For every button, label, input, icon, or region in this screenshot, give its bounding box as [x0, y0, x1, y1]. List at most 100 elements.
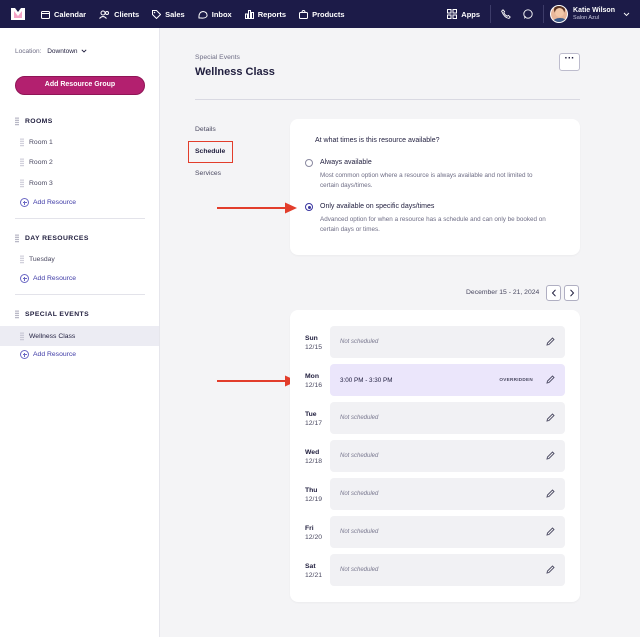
sidebar-item-tuesday[interactable]: Tuesday [20, 255, 55, 264]
schedule-slot-sat[interactable]: Not scheduled [330, 554, 565, 586]
tab-schedule[interactable]: Schedule [188, 141, 233, 163]
nav-calendar[interactable]: Calendar [41, 10, 86, 19]
sidebar-item-label: Tuesday [29, 256, 55, 263]
day-name: Wed [305, 449, 320, 456]
edit-pencil-icon[interactable] [546, 451, 555, 460]
section-title: SPECIAL EVENTS [25, 311, 90, 318]
schedule-slot-wed[interactable]: Not scheduled [330, 440, 565, 472]
section-day-resources[interactable]: DAY RESOURCES [15, 234, 89, 243]
option-title: Always available [320, 159, 372, 166]
schedule-slot-sun[interactable]: Not scheduled [330, 326, 565, 358]
add-resource-rooms-link[interactable]: Add Resource [20, 198, 76, 207]
user-menu[interactable]: Katie Wilson Salon Azul [544, 0, 640, 28]
chevron-down-icon [623, 12, 630, 16]
add-resource-group-button[interactable]: Add Resource Group [15, 76, 145, 95]
edit-pencil-icon[interactable] [546, 413, 555, 422]
edit-pencil-icon[interactable] [546, 375, 555, 384]
add-circle-icon [20, 198, 29, 207]
day-date: 12/19 [305, 496, 323, 503]
nav-products[interactable]: Products [299, 9, 345, 19]
sales-tag-icon [152, 9, 162, 19]
sidebar-item-room-2[interactable]: Room 2 [20, 158, 53, 167]
availability-question: At what times is this resource available… [315, 137, 440, 144]
day-label-fri: Fri 12/20 [305, 524, 322, 542]
schedule-slot-mon[interactable]: 3:00 PM - 3:30 PM OVERRIDDEN [330, 364, 565, 396]
add-resource-label: Add Resource [33, 275, 77, 282]
section-rooms[interactable]: ROOMS [15, 117, 53, 126]
edit-pencil-icon[interactable] [546, 527, 555, 536]
slot-text: Not scheduled [340, 339, 379, 345]
calendar-icon [41, 10, 50, 19]
slot-text: Not scheduled [340, 415, 379, 421]
edit-pencil-icon[interactable] [546, 489, 555, 498]
schedule-slot-tue[interactable]: Not scheduled [330, 402, 565, 434]
nav-apps[interactable]: Apps [447, 9, 480, 19]
sidebar-item-room-1[interactable]: Room 1 [20, 138, 53, 147]
brand-logo-icon[interactable] [11, 8, 25, 20]
nav-inbox[interactable]: Inbox [198, 10, 232, 19]
week-range: December 15 - 21, 2024 [466, 289, 540, 296]
chat-bubble-icon [523, 9, 533, 19]
phone-icon [501, 9, 511, 19]
day-date: 12/16 [305, 382, 323, 389]
nav-clients[interactable]: Clients [99, 10, 139, 19]
add-resource-label: Add Resource [33, 199, 77, 206]
phone-button[interactable] [495, 0, 517, 28]
section-special-events[interactable]: SPECIAL EVENTS [15, 310, 89, 319]
schedule-slot-fri[interactable]: Not scheduled [330, 516, 565, 548]
drag-handle-icon[interactable] [15, 310, 19, 319]
add-resource-day-link[interactable]: Add Resource [20, 274, 76, 283]
annotation-arrow-icon [217, 202, 297, 214]
day-date: 12/20 [305, 534, 323, 541]
drag-handle-icon[interactable] [20, 158, 24, 167]
add-resource-special-link[interactable]: Add Resource [20, 350, 76, 359]
radio-specific-times[interactable] [305, 203, 313, 211]
schedule-slot-thu[interactable]: Not scheduled [330, 478, 565, 510]
day-label-tue: Tue 12/17 [305, 410, 322, 428]
day-name: Tue [305, 411, 317, 418]
day-date: 12/15 [305, 344, 323, 351]
next-week-button[interactable] [564, 285, 579, 301]
prev-week-button[interactable] [546, 285, 561, 301]
nav-divider [490, 5, 492, 23]
user-business: Salon Azul [573, 14, 600, 21]
edit-pencil-icon[interactable] [546, 565, 555, 574]
sidebar-item-room-3[interactable]: Room 3 [20, 179, 53, 188]
option-description: Most common option where a resource is a… [320, 172, 533, 189]
nav-apps-label: Apps [461, 9, 481, 19]
nav-calendar-label: Calendar [54, 9, 87, 19]
tab-details[interactable]: Details [195, 126, 216, 133]
drag-handle-icon[interactable] [15, 117, 19, 126]
user-name: Katie Wilson [573, 6, 615, 14]
chevron-left-icon [551, 289, 556, 297]
tab-services[interactable]: Services [195, 170, 221, 177]
location-selector[interactable]: Location: Downtown [15, 48, 87, 55]
chat-button[interactable] [517, 0, 539, 28]
nav-clients-label: Clients [114, 9, 140, 19]
day-label-sat: Sat 12/21 [305, 562, 322, 580]
slot-text: Not scheduled [340, 567, 379, 573]
drag-handle-icon[interactable] [20, 179, 24, 188]
drag-handle-icon[interactable] [15, 234, 19, 243]
sidebar-item-wellness-class[interactable]: Wellness Class [0, 326, 159, 346]
radio-always-available[interactable] [305, 159, 313, 167]
add-circle-icon [20, 350, 29, 359]
nav-reports[interactable]: Reports [244, 9, 286, 19]
slot-text: Not scheduled [340, 453, 379, 459]
day-name: Fri [305, 525, 314, 532]
nav-sales[interactable]: Sales [152, 9, 185, 19]
annotation-arrow-icon [217, 375, 297, 387]
sidebar-item-label: Room 1 [29, 139, 53, 146]
day-label-thu: Thu 12/19 [305, 486, 322, 504]
day-date: 12/18 [305, 458, 323, 465]
day-date: 12/17 [305, 420, 323, 427]
inbox-icon [198, 10, 208, 19]
chevron-down-icon [81, 49, 87, 53]
drag-handle-icon[interactable] [20, 331, 24, 341]
products-bag-icon [299, 9, 309, 19]
more-options-button[interactable]: ··· [559, 53, 580, 71]
drag-handle-icon[interactable] [20, 255, 24, 264]
option-title: Only available on specific days/times [320, 203, 435, 210]
drag-handle-icon[interactable] [20, 138, 24, 147]
edit-pencil-icon[interactable] [546, 337, 555, 346]
